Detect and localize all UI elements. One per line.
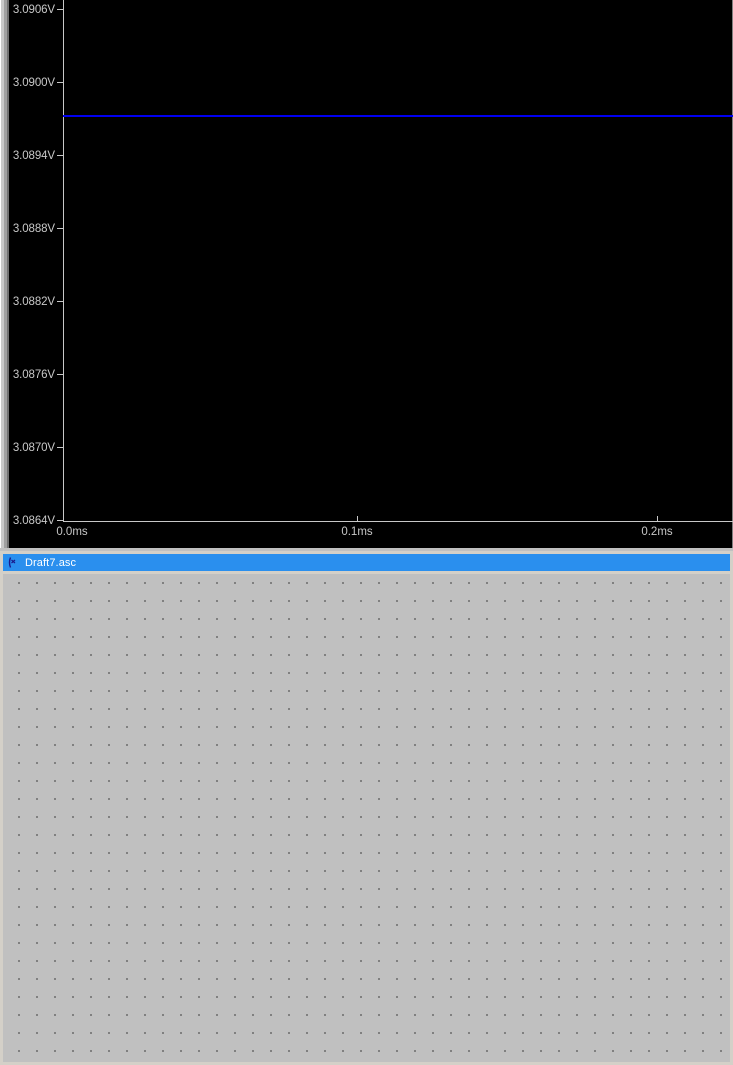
y-tick-6: 3.0870V [13, 442, 63, 454]
y-tick-1: 3.0900V [13, 77, 63, 89]
x-tick-label-2: 0.2ms [641, 526, 673, 538]
y-axis-line [63, 0, 64, 522]
y-tick-4: 3.0882V [13, 296, 63, 308]
x-tick-label-0: 0.0ms [56, 526, 88, 538]
y-tick-3: 3.0888V [13, 223, 63, 235]
y-tick-label-0: 3.0906V [12, 3, 55, 16]
plot-canvas[interactable]: 3.0906V 3.0900V 3.0894V 3.0888V 3.0882V … [9, 0, 733, 548]
waveform-trace-v-out[interactable] [63, 115, 733, 117]
y-tick-0: 3.0906V [13, 4, 63, 16]
ltspice-waveform-icon [8, 557, 16, 568]
x-axis-line [63, 521, 733, 522]
y-tick-5: 3.0876V [13, 369, 63, 381]
plot-left-scroll-rail[interactable] [0, 0, 9, 548]
x-tick-1 [357, 516, 358, 522]
schematic-title-text: Draft7.asc [25, 556, 77, 569]
y-tick-label-3: 3.0888V [12, 222, 55, 235]
ltspice-app-window: 3.0906V 3.0900V 3.0894V 3.0888V 3.0882V … [0, 0, 733, 1065]
x-tick-2 [657, 516, 658, 522]
schematic-titlebar[interactable]: Draft7.asc [3, 554, 730, 571]
y-tick-label-6: 3.0870V [12, 441, 55, 454]
x-tick-0 [63, 516, 64, 522]
schematic-canvas[interactable]: R1 5.1k R2 5.1k C1 10n [3, 574, 730, 1062]
y-tick-label-7: 3.0864V [12, 514, 55, 527]
x-tick-label-1: 0.1ms [341, 526, 373, 538]
y-tick-label-4: 3.0882V [12, 295, 55, 308]
y-tick-2: 3.0894V [13, 150, 63, 162]
waveform-viewer-pane[interactable]: 3.0906V 3.0900V 3.0894V 3.0888V 3.0882V … [0, 0, 733, 548]
y-tick-label-1: 3.0900V [12, 76, 55, 89]
schematic-editor-window: Draft7.asc [0, 551, 733, 1065]
schematic-drawing: R1 5.1k R2 5.1k C1 10n [3, 574, 730, 1062]
y-tick-label-2: 3.0894V [12, 149, 55, 162]
y-tick-label-5: 3.0876V [12, 368, 55, 381]
